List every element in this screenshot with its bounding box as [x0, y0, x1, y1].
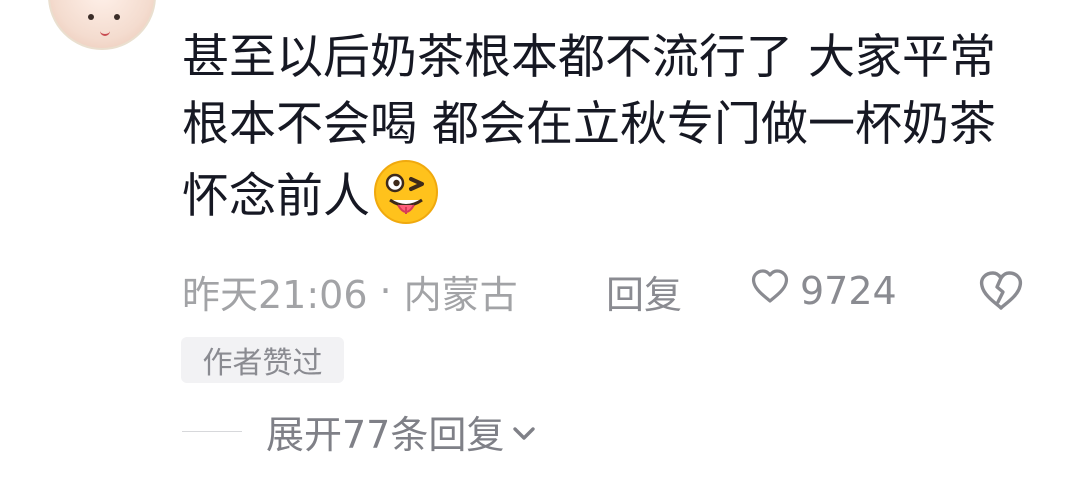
avatar-eye-left [88, 14, 94, 20]
comment-body: 甚至以后奶茶根本都不流行了 大家平常根本不会喝 都会在立秋专门做一杯奶茶怀念前人 [182, 24, 1042, 230]
meta-separator: · [379, 269, 392, 313]
heart-outline-icon [748, 265, 792, 318]
like-count: 9724 [800, 269, 897, 313]
comment-location: 内蒙古 [403, 272, 518, 317]
avatar-mouth [100, 28, 110, 36]
avatar-eye-right [114, 14, 120, 20]
comment-time: 昨天21:06 [182, 272, 368, 317]
reply-button[interactable]: 回复 [606, 260, 682, 322]
tongue-wink-emoji-icon [372, 158, 440, 226]
expand-replies-label: 展开77条回复 [266, 412, 505, 457]
author-liked-text: 作者赞过 [202, 346, 323, 381]
chevron-down-icon [508, 415, 540, 447]
user-avatar[interactable] [48, 0, 156, 50]
comment-meta: 昨天21:06 · 内蒙古 回复 9724 [182, 260, 1080, 322]
expand-divider [182, 430, 242, 432]
comment-text: 甚至以后奶茶根本都不流行了 大家平常根本不会喝 都会在立秋专门做一杯奶茶怀念前人 [182, 30, 996, 224]
author-liked-badge: 作者赞过 [181, 337, 344, 383]
like-button[interactable]: 9724 [748, 260, 897, 322]
expand-replies-button[interactable]: 展开77条回复 [182, 401, 540, 461]
broken-heart-icon[interactable] [975, 265, 1027, 317]
